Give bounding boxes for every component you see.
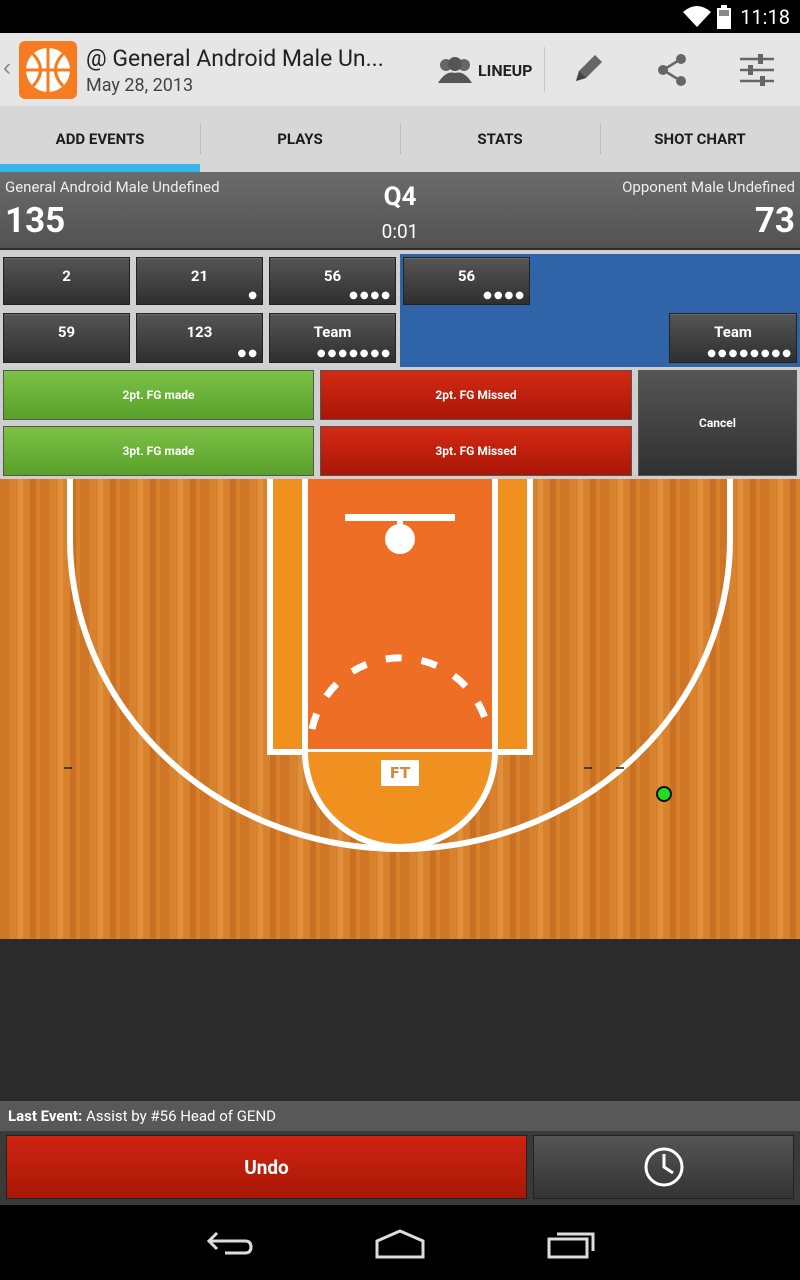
player-number: 2	[62, 267, 71, 285]
back-icon[interactable]	[205, 1229, 255, 1259]
wifi-icon	[683, 6, 711, 27]
away-player-button[interactable]: 56 ●●●●	[403, 257, 530, 305]
last-event-bar: Last Event: Assist by #56 Head of GEND	[0, 1101, 800, 1131]
tab-shot-chart[interactable]: SHOT CHART	[600, 106, 800, 172]
empty-area	[0, 939, 800, 1101]
home-icon[interactable]	[374, 1229, 426, 1259]
game-title: @ General Android Male Un...	[86, 45, 384, 72]
recent-apps-icon[interactable]	[547, 1229, 597, 1259]
two-point-missed-button[interactable]: 2pt. FG Missed	[320, 370, 632, 420]
lineup-button[interactable]: LINEUP	[436, 53, 532, 87]
three-point-missed-button[interactable]: 3pt. FG Missed	[320, 426, 632, 476]
foul-dots: ●●●●●●●●	[707, 348, 793, 359]
clock-button[interactable]	[533, 1135, 794, 1199]
lineup-label: LINEUP	[478, 60, 533, 80]
player-number: 59	[57, 323, 76, 341]
tab-plays[interactable]: PLAYS	[200, 106, 400, 172]
two-point-made-button[interactable]: 2pt. FG made	[3, 370, 314, 420]
foul-dots: ●	[248, 290, 259, 301]
people-icon	[438, 57, 472, 83]
game-clock: 0:01	[381, 220, 419, 243]
tab-add-events[interactable]: ADD EVENTS	[0, 106, 200, 172]
away-team-name: Opponent Male Undefined	[622, 178, 795, 196]
home-team-button[interactable]: Team ●●●●●●●	[269, 313, 396, 363]
player-number: Team	[313, 323, 352, 341]
share-icon[interactable]	[655, 53, 689, 87]
home-player-button[interactable]: 123 ●●	[136, 313, 263, 363]
battery-icon	[717, 5, 731, 29]
undo-button[interactable]: Undo	[6, 1135, 527, 1199]
bottom-controls: Undo	[0, 1131, 800, 1205]
player-number: Team	[714, 323, 752, 341]
foul-dots: ●●●●	[349, 290, 392, 301]
game-date: May 28, 2013	[86, 75, 194, 96]
player-number: 123	[186, 323, 213, 341]
last-event-text: Assist by #56 Head of GEND	[85, 1107, 276, 1125]
action-bar: ‹ @ General Android Male Un... May 28, 2…	[0, 33, 800, 106]
three-point-made-button[interactable]: 3pt. FG made	[3, 426, 314, 476]
home-team-name: General Android Male Undefined	[5, 178, 220, 196]
home-score: 135	[5, 200, 66, 241]
quarter-label: Q4	[383, 182, 417, 212]
player-number: 56	[323, 267, 342, 285]
settings-sliders-icon[interactable]	[738, 53, 776, 87]
status-bar: 11:18	[0, 0, 800, 33]
action-bar-divider	[544, 47, 545, 92]
foul-dots: ●●●●●●●	[316, 348, 392, 359]
shot-marker[interactable]	[656, 786, 672, 802]
selected-tab-indicator	[0, 164, 200, 172]
home-player-button[interactable]: 56 ●●●●	[269, 257, 396, 305]
basketball-app-icon[interactable]	[19, 41, 77, 99]
player-number: 56	[457, 267, 476, 285]
tab-bar: ADD EVENTS PLAYS STATS SHOT CHART	[0, 106, 800, 172]
ft-label: FT	[390, 764, 411, 782]
status-time: 11:18	[740, 5, 790, 29]
back-chevron-icon[interactable]: ‹	[3, 54, 11, 82]
away-team-button[interactable]: Team ●●●●●●●●	[669, 313, 797, 363]
clock-icon	[644, 1147, 683, 1187]
edit-pencil-icon[interactable]	[570, 51, 606, 87]
last-event-label: Last Event:	[8, 1107, 83, 1125]
cancel-button[interactable]: Cancel	[638, 370, 797, 476]
home-player-button[interactable]: 21 ●	[136, 257, 263, 305]
home-player-button[interactable]: 59	[3, 313, 130, 363]
system-nav-bar	[0, 1205, 800, 1280]
foul-dots: ●●	[237, 348, 259, 359]
home-player-button[interactable]: 2	[3, 257, 130, 305]
tab-stats[interactable]: STATS	[400, 106, 600, 172]
court-diagram: FT	[0, 479, 800, 939]
player-number: 21	[190, 267, 209, 285]
foul-dots: ●●●●	[483, 290, 526, 301]
away-score: 73	[754, 200, 795, 241]
scoreboard: General Android Male Undefined 135 Q4 0:…	[0, 172, 800, 248]
shot-actions-panel: 2pt. FG made 2pt. FG Missed 3pt. FG made…	[0, 367, 800, 479]
court-shot-area[interactable]: FT	[0, 479, 800, 939]
